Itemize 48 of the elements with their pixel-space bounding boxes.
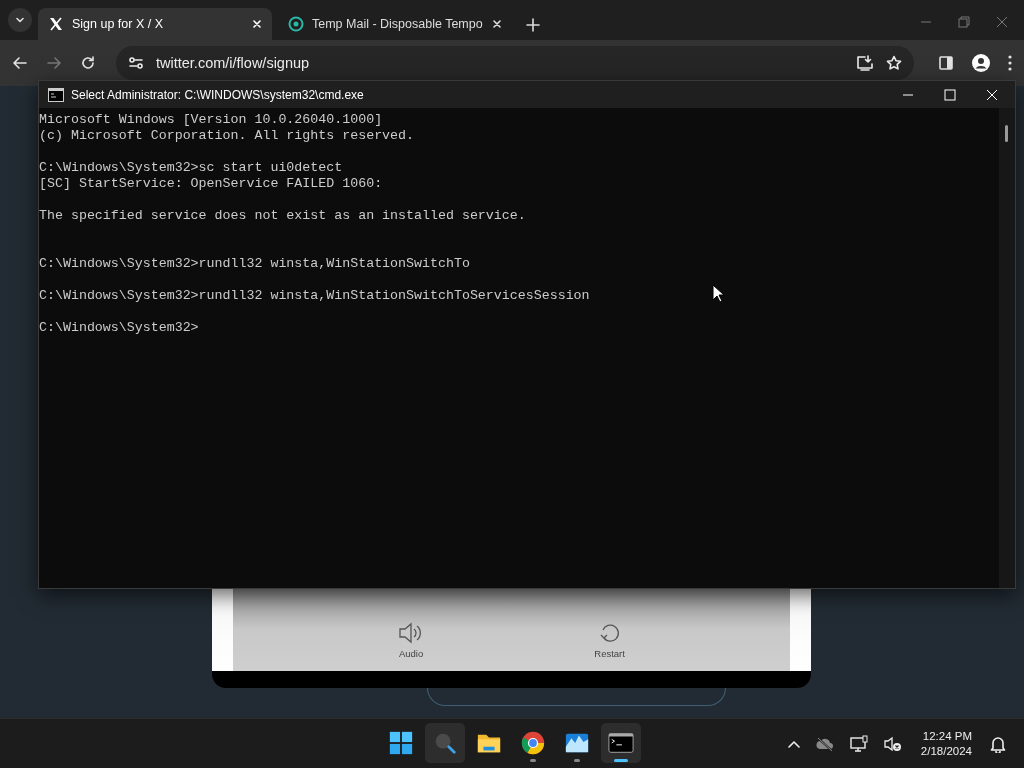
maximize-icon[interactable] xyxy=(944,88,956,101)
browser-icon xyxy=(520,730,546,756)
profile-icon[interactable] xyxy=(972,54,990,72)
console-line: [SC] StartService: OpenService FAILED 1060: xyxy=(39,176,383,191)
start-icon xyxy=(388,730,414,756)
bell-icon[interactable] xyxy=(990,734,1006,753)
taskbar-button[interactable] xyxy=(601,723,641,763)
chevron-up-icon[interactable] xyxy=(786,738,801,749)
terminal-icon xyxy=(608,730,634,756)
reload-icon[interactable] xyxy=(80,55,96,71)
browser-tab[interactable]: Temp Mail - Disposable Tempo xyxy=(278,8,512,40)
scrollbar-thumb[interactable] xyxy=(1005,125,1008,142)
volume-muted-icon[interactable] xyxy=(882,735,903,752)
console-line: C:\Windows\System32>sc start ui0detect xyxy=(39,160,343,175)
clock[interactable]: 12:24 PM 2/18/2024 xyxy=(916,728,976,759)
install-app-icon[interactable] xyxy=(856,55,874,71)
mail-logo-icon xyxy=(288,16,304,32)
forward-arrow-icon[interactable] xyxy=(46,55,62,71)
chevron-down-icon xyxy=(15,15,25,25)
side-panel-icon[interactable] xyxy=(938,55,954,71)
scrollbar[interactable] xyxy=(999,108,1015,588)
console-line: C:\Windows\System32>rundll32 winsta,WinStationSwitchToServicesSession xyxy=(39,288,590,303)
star-icon[interactable] xyxy=(886,55,902,71)
console-line: C:\Windows\System32> xyxy=(39,320,199,335)
console-icon xyxy=(48,87,64,102)
cloud-off-icon[interactable] xyxy=(814,735,835,752)
restore-icon[interactable] xyxy=(958,16,970,28)
menu-icon[interactable] xyxy=(1008,55,1012,71)
plus-icon[interactable] xyxy=(526,18,540,32)
captcha-button[interactable]: Audio xyxy=(396,620,427,661)
console-line: (c) Microsoft Corporation. All rights reserved. xyxy=(39,128,415,143)
mouse-pointer-icon xyxy=(712,284,724,304)
console-line: The specified service does not exist as an installed service. xyxy=(39,208,526,223)
window-title: Select Administrator: C:\WINDOWS\system32\cmd.exe xyxy=(71,87,365,102)
running-indicator xyxy=(530,759,536,762)
restart-icon xyxy=(598,622,621,644)
console-line: C:\Windows\System32>rundll32 winsta,WinStationSwitchTo xyxy=(39,256,470,271)
console-line: Microsoft Windows [Version 10.0.26040.1000] xyxy=(39,112,383,127)
back-arrow-icon[interactable] xyxy=(12,55,28,71)
site-settings-icon[interactable] xyxy=(128,55,144,71)
running-indicator xyxy=(574,759,580,762)
running-indicator xyxy=(614,759,628,762)
x-logo-icon xyxy=(48,16,64,32)
browser-tab[interactable]: Sign up for X / X xyxy=(38,8,272,40)
address-bar[interactable]: twitter.com/i/flow/signup xyxy=(116,46,914,80)
captcha-button[interactable]: Restart xyxy=(592,620,627,661)
tab-search-button[interactable] xyxy=(8,8,32,32)
network-icon[interactable] xyxy=(848,734,869,753)
